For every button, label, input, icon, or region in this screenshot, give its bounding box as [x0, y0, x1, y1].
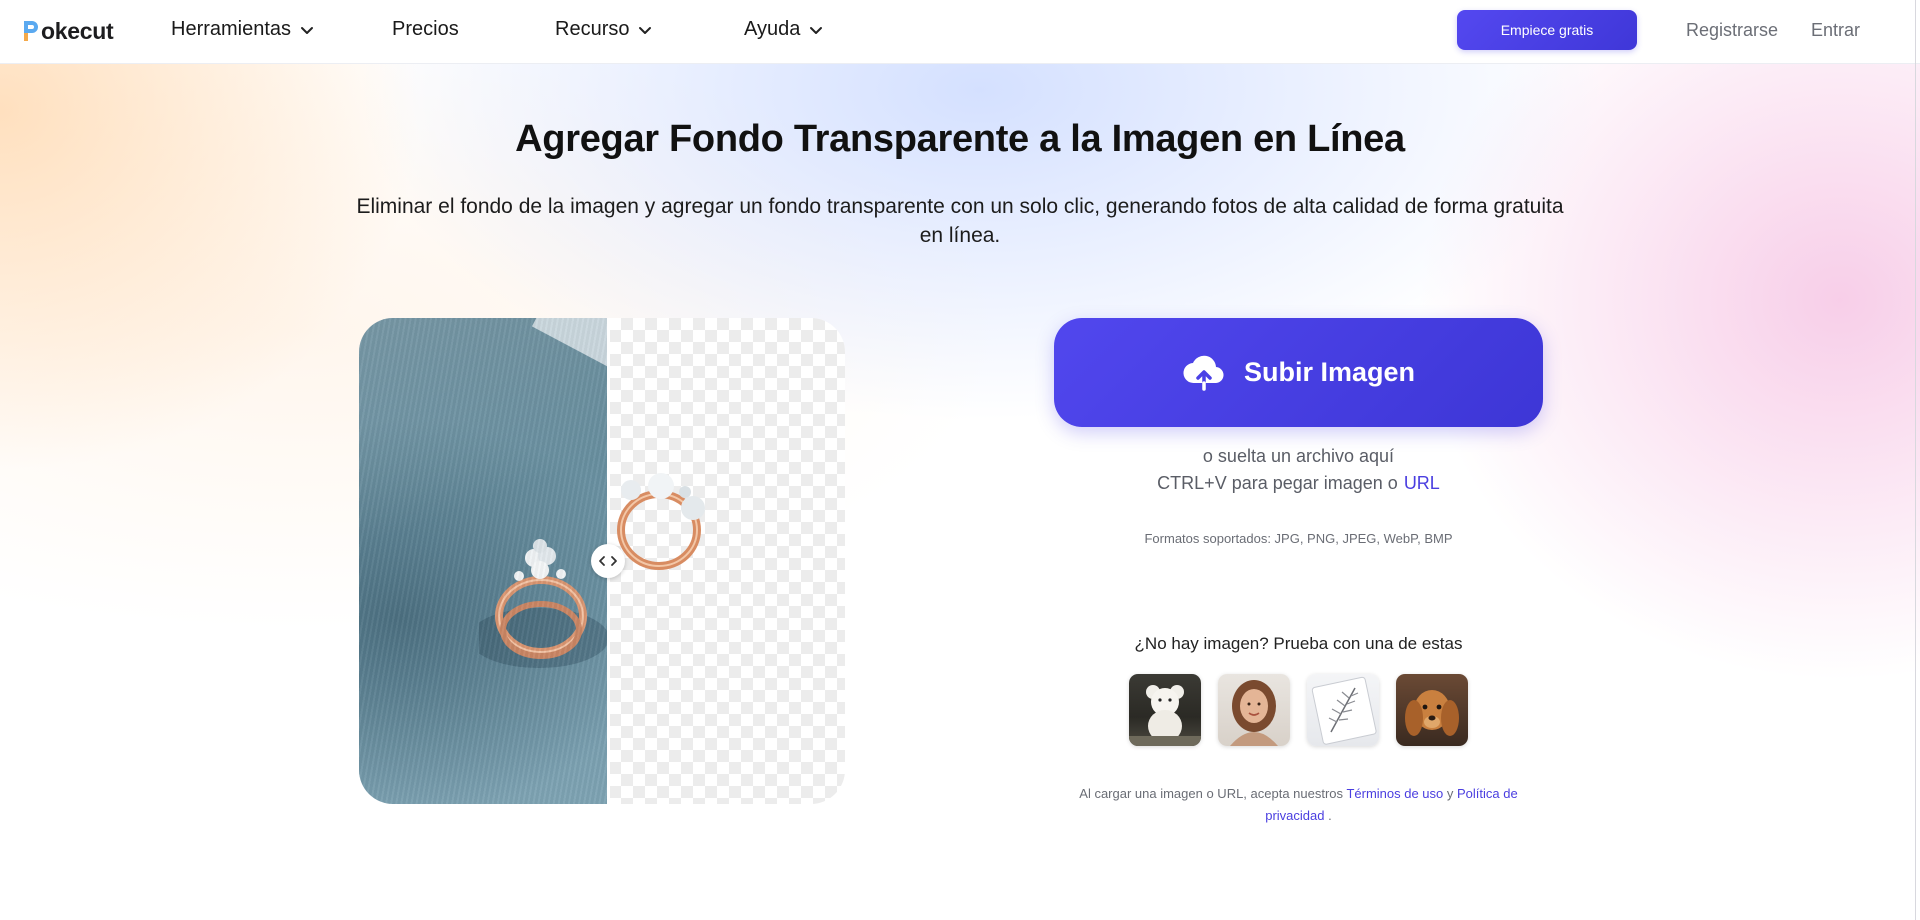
teddy-bear-thumbnail [1129, 685, 1201, 746]
chevron-down-icon [810, 26, 823, 34]
cloud-upload-icon [1183, 355, 1224, 391]
upload-image-button[interactable]: Subir Imagen [1054, 318, 1543, 427]
drop-file-hint: o suelta un archivo aquí [1202, 446, 1395, 466]
sample-images-list [1129, 674, 1468, 746]
register-link[interactable]: Registrarse [1686, 20, 1778, 41]
legal-prefix: Al cargar una imagen o URL, acepta nuest… [1079, 786, 1344, 801]
paste-hint-text: CTRL+V para pegar imagen o [1157, 473, 1398, 493]
sample-teddy-bear[interactable] [1129, 674, 1201, 746]
nav-precios-label: Precios [392, 18, 459, 40]
page-subtitle: Eliminar el fondo de la imagen y agregar… [356, 195, 1564, 247]
pokecut-logo[interactable]: okecut [22, 17, 114, 45]
url-link[interactable]: URL [1404, 473, 1440, 493]
bottom-fade [0, 700, 1920, 920]
sample-woman-portrait[interactable] [1218, 674, 1290, 746]
ring-cutout-image [617, 473, 705, 570]
legal-and: y [1446, 786, 1454, 801]
nav-ayuda-label: Ayuda [744, 18, 801, 40]
dog-thumbnail [1405, 690, 1459, 736]
nav-herramientas-label: Herramientas [171, 18, 292, 40]
nav-herramientas[interactable]: Herramientas [171, 18, 315, 41]
page-title: Agregar Fondo Transparente a la Imagen e… [515, 118, 1405, 160]
upload-image-label: Subir Imagen [1243, 357, 1416, 387]
paste-hint: CTRL+V para pegar imagen o URL [1054, 473, 1543, 494]
legal-notice: Al cargar una imagen o URL, acepta nuest… [1054, 783, 1543, 827]
feather-sketch-thumbnail [1311, 676, 1377, 745]
chevron-down-icon [639, 26, 652, 34]
supported-formats: Formatos soportados: JPG, PNG, JPEG, Web… [1144, 531, 1453, 546]
ring-original-image [479, 539, 609, 668]
transparent-result-half [609, 318, 845, 804]
sample-feather-sketch[interactable] [1307, 674, 1379, 746]
terms-link[interactable]: Términos de uso [1346, 786, 1443, 801]
top-navbar: okecut Herramientas Precios Recurso Ayud… [0, 0, 1920, 64]
woman-portrait-thumbnail [1230, 680, 1278, 746]
nav-ayuda[interactable]: Ayuda [744, 18, 824, 41]
login-link[interactable]: Entrar [1811, 20, 1860, 41]
sample-images-title: ¿No hay imagen? Prueba con una de estas [1134, 634, 1463, 653]
nav-precios[interactable]: Precios [392, 18, 459, 41]
before-after-compare[interactable] [359, 318, 845, 804]
legal-suffix: . [1328, 808, 1332, 823]
logo-text: okecut [41, 17, 114, 44]
nav-recurso-label: Recurso [555, 18, 630, 40]
start-free-button[interactable]: Empiece gratis [1457, 10, 1637, 50]
logo-mark-icon [22, 19, 40, 43]
sample-dog[interactable] [1396, 674, 1468, 746]
nav-recurso[interactable]: Recurso [555, 18, 653, 41]
original-photo-half [359, 318, 609, 804]
left-right-arrows-icon[interactable] [591, 544, 625, 578]
chevron-down-icon [301, 26, 314, 34]
